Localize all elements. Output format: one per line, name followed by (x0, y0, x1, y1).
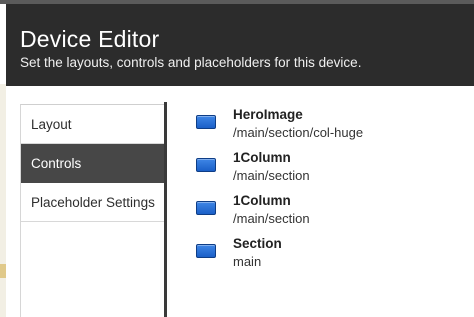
tab-divider (164, 102, 167, 317)
dialog-header: Device Editor Set the layouts, controls … (6, 4, 474, 86)
tab-controls[interactable]: Controls (21, 144, 166, 183)
tab-placeholder-settings[interactable]: Placeholder Settings (21, 183, 166, 222)
rendering-path: /main/section/col-huge (233, 125, 364, 140)
rendering-name: 1Column (233, 193, 291, 208)
rendering-name: HeroImage (233, 107, 303, 122)
dialog-body: Layout Controls Placeholder Settings Her… (6, 86, 474, 317)
rendering-icon (196, 158, 216, 172)
dialog-subtitle: Set the layouts, controls and placeholde… (20, 55, 362, 70)
rendering-item[interactable]: 1Column /main/section (196, 192, 466, 235)
rendering-icon (196, 115, 216, 129)
rendering-item[interactable]: 1Column /main/section (196, 149, 466, 192)
rendering-path: /main/section (233, 168, 310, 183)
rendering-icon (196, 244, 216, 258)
rendering-item[interactable]: HeroImage /main/section/col-huge (196, 106, 466, 149)
rendering-icon (196, 201, 216, 215)
rendering-name: Section (233, 236, 282, 251)
rendering-path: /main/section (233, 211, 310, 226)
rendering-path: main (233, 254, 262, 269)
rendering-item[interactable]: Section main (196, 235, 466, 278)
dialog-title: Device Editor (20, 26, 160, 52)
tab-layout[interactable]: Layout (21, 105, 166, 144)
tab-list: Layout Controls Placeholder Settings (20, 104, 166, 317)
rendering-name: 1Column (233, 150, 291, 165)
rendering-list: HeroImage /main/section/col-huge 1Column… (196, 106, 466, 278)
